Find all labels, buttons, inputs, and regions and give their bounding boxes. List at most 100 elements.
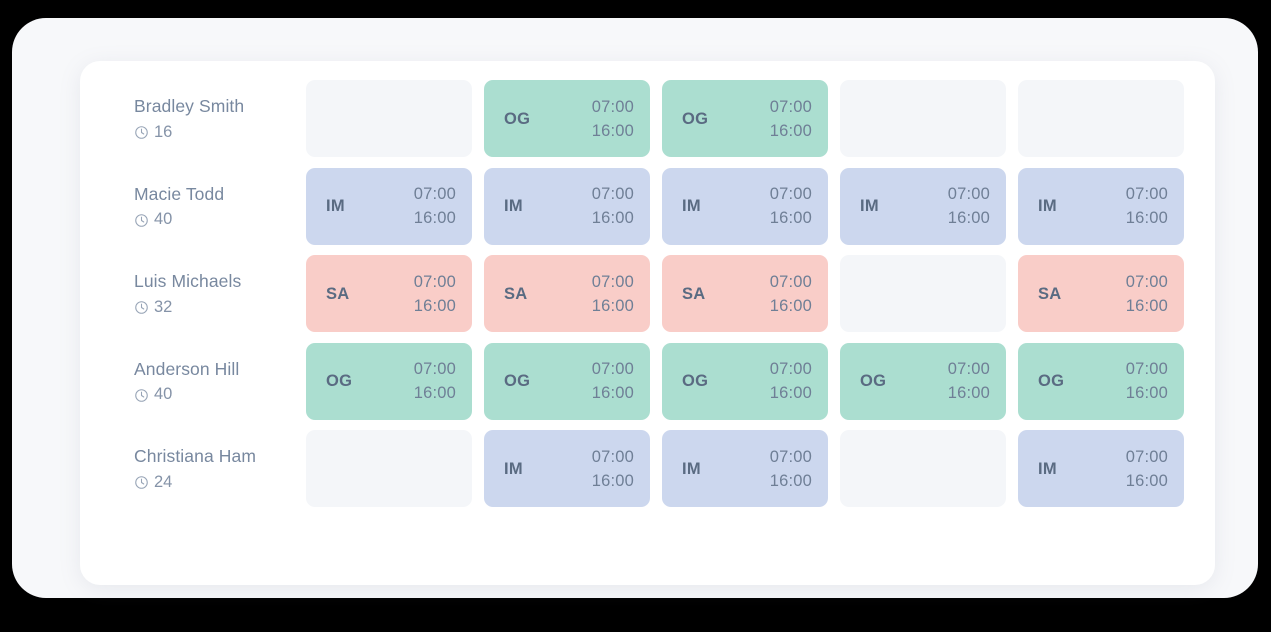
- schedule-row: Anderson Hill 40 OG 07:00 16:00 OG 07:00 16:00 O…: [80, 338, 1215, 426]
- employee-hours: 40: [134, 210, 172, 230]
- shift-cell[interactable]: IM 07:00 16:00: [1018, 430, 1184, 508]
- shift-code: SA: [1038, 284, 1062, 303]
- shift-cell-empty[interactable]: [840, 255, 1006, 333]
- shift-end-time: 16:00: [769, 209, 812, 228]
- shift-cell[interactable]: IM 07:00 16:00: [840, 167, 1006, 245]
- shift-track: IM 07:00 16:00 IM 07:00 16:00 IM 07:00 16:00 IM 07…: [306, 163, 1215, 251]
- employee-hours: 32: [134, 298, 172, 318]
- shift-start-time: 07:00: [769, 185, 812, 204]
- shift-cell[interactable]: OG 07:00 16:00: [840, 342, 1006, 420]
- shift-code: IM: [682, 459, 701, 478]
- shift-cell[interactable]: OG 07:00 16:00: [662, 342, 828, 420]
- clock-icon: [134, 125, 149, 140]
- shift-times: 07:00 16:00: [592, 448, 634, 490]
- shift-cell-empty[interactable]: [840, 80, 1006, 158]
- shift-cell-empty[interactable]: [306, 430, 472, 508]
- shift-cell[interactable]: IM 07:00 16:00: [484, 167, 650, 245]
- employee-name: Macie Todd: [134, 183, 225, 204]
- shift-times: 07:00 16:00: [948, 185, 990, 227]
- shift-end-time: 16:00: [769, 121, 812, 140]
- employee-hours: 24: [134, 473, 172, 493]
- employee-name: Bradley Smith: [134, 96, 245, 117]
- shift-times: 07:00 16:00: [414, 360, 456, 402]
- employee-hours: 40: [134, 385, 172, 405]
- shift-times: 07:00 16:00: [770, 273, 812, 315]
- shift-end-time: 16:00: [413, 384, 456, 403]
- shift-cell[interactable]: IM 07:00 16:00: [662, 167, 828, 245]
- shift-end-time: 16:00: [1125, 384, 1168, 403]
- shift-times: 07:00 16:00: [592, 185, 634, 227]
- shift-cell-empty[interactable]: [306, 80, 472, 158]
- shift-start-time: 07:00: [413, 185, 456, 204]
- shift-cell[interactable]: IM 07:00 16:00: [1018, 167, 1184, 245]
- shift-end-time: 16:00: [769, 471, 812, 490]
- shift-end-time: 16:00: [1125, 296, 1168, 315]
- shift-start-time: 07:00: [769, 360, 812, 379]
- shift-cell[interactable]: SA 07:00 16:00: [662, 255, 828, 333]
- shift-start-time: 07:00: [1125, 360, 1168, 379]
- shift-cell[interactable]: SA 07:00 16:00: [484, 255, 650, 333]
- shift-start-time: 07:00: [769, 272, 812, 291]
- shift-end-time: 16:00: [591, 209, 634, 228]
- shift-track: IM 07:00 16:00 IM 07:00 16:00 IM 07:00 16:00: [306, 425, 1215, 513]
- shift-times: 07:00 16:00: [770, 185, 812, 227]
- employee-name: Anderson Hill: [134, 358, 240, 379]
- clock-icon: [134, 300, 149, 315]
- clock-icon: [134, 388, 149, 403]
- shift-code: OG: [860, 372, 887, 390]
- shift-code: IM: [504, 459, 523, 478]
- shift-code: IM: [860, 197, 879, 215]
- shift-end-time: 16:00: [769, 296, 812, 315]
- shift-times: 07:00 16:00: [592, 360, 634, 402]
- shift-times: 07:00 16:00: [592, 273, 634, 315]
- shift-track: OG 07:00 16:00 OG 07:00 16:00 OG 07:00 16:00 OG 07…: [306, 338, 1215, 426]
- clock-icon: [134, 213, 149, 228]
- schedule-card: Bradley Smith 16 OG 07:00 16:00 OG 07:00 16:00 M…: [80, 61, 1215, 585]
- shift-cell[interactable]: SA 07:00 16:00: [306, 255, 472, 333]
- employee-hours-value: 16: [154, 122, 173, 141]
- shift-code: IM: [504, 197, 523, 215]
- shift-cell[interactable]: IM 07:00 16:00: [484, 430, 650, 508]
- shift-cell[interactable]: IM 07:00 16:00: [306, 167, 472, 245]
- shift-code: OG: [504, 109, 531, 128]
- shift-cell[interactable]: IM 07:00 16:00: [662, 430, 828, 508]
- device-frame: Bradley Smith 16 OG 07:00 16:00 OG 07:00 16:00 M…: [12, 18, 1258, 598]
- shift-cell[interactable]: OG 07:00 16:00: [1018, 342, 1184, 420]
- schedule-grid: Bradley Smith 16 OG 07:00 16:00 OG 07:00 16:00 M…: [80, 61, 1215, 585]
- shift-code: OG: [326, 372, 353, 390]
- employee-hours-value: 40: [154, 385, 173, 404]
- schedule-row: Luis Michaels 32 SA 07:00 16:00 SA 07:00 16:00 S…: [80, 250, 1215, 338]
- employee-hours: 16: [134, 123, 172, 143]
- shift-track: OG 07:00 16:00 OG 07:00 16:00: [306, 75, 1215, 163]
- shift-cell[interactable]: SA 07:00 16:00: [1018, 255, 1184, 333]
- shift-code: SA: [326, 284, 350, 303]
- shift-code: SA: [682, 284, 706, 303]
- shift-code: SA: [504, 284, 528, 303]
- shift-start-time: 07:00: [591, 185, 634, 204]
- shift-times: 07:00 16:00: [1126, 185, 1168, 227]
- shift-start-time: 07:00: [1125, 185, 1168, 204]
- shift-times: 07:00 16:00: [1126, 448, 1168, 490]
- shift-times: 07:00 16:00: [1126, 273, 1168, 315]
- employee-name: Luis Michaels: [134, 271, 242, 292]
- shift-cell[interactable]: OG 07:00 16:00: [484, 80, 650, 158]
- shift-cell[interactable]: OG 07:00 16:00: [662, 80, 828, 158]
- shift-code: IM: [326, 197, 345, 215]
- shift-track: SA 07:00 16:00 SA 07:00 16:00 SA 07:00 16:00 SA 07…: [306, 250, 1215, 338]
- shift-times: 07:00 16:00: [414, 185, 456, 227]
- shift-cell[interactable]: OG 07:00 16:00: [484, 342, 650, 420]
- shift-end-time: 16:00: [413, 209, 456, 228]
- shift-start-time: 07:00: [769, 447, 812, 466]
- shift-times: 07:00 16:00: [1126, 360, 1168, 402]
- shift-cell[interactable]: OG 07:00 16:00: [306, 342, 472, 420]
- shift-end-time: 16:00: [591, 471, 634, 490]
- shift-start-time: 07:00: [1125, 447, 1168, 466]
- shift-start-time: 07:00: [413, 360, 456, 379]
- employee-hours-value: 24: [154, 472, 173, 491]
- schedule-row: Christiana Ham 24 IM 07:00 16:00 IM 07:00 16:00…: [80, 425, 1215, 513]
- shift-end-time: 16:00: [1125, 471, 1168, 490]
- shift-end-time: 16:00: [1125, 209, 1168, 228]
- shift-cell-empty[interactable]: [840, 430, 1006, 508]
- shift-times: 07:00 16:00: [770, 360, 812, 402]
- shift-cell-empty[interactable]: [1018, 80, 1184, 158]
